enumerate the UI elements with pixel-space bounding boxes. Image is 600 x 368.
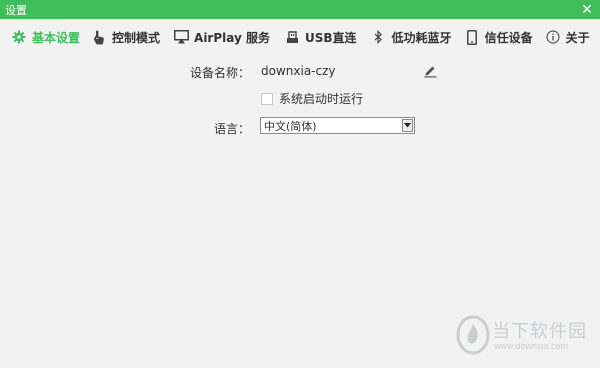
tab-label: 低功耗蓝牙 <box>391 30 452 45</box>
autostart-label: 系统启动时运行 <box>279 92 364 106</box>
tab-bar: 基本设置 控制模式 AirPlay 服务 USB直连 低功耗蓝牙 信任设备 关于 <box>0 19 600 55</box>
close-button[interactable]: ✕ <box>579 0 595 19</box>
chevron-down-icon[interactable] <box>402 119 413 132</box>
tab-about[interactable]: 关于 <box>545 19 590 55</box>
phone-icon <box>464 29 480 45</box>
autostart-checkbox[interactable] <box>261 92 273 105</box>
watermark-url: www.downxia.com <box>494 341 569 351</box>
title-bar: 设置 ✕ <box>0 0 600 19</box>
tab-basic-settings[interactable]: 基本设置 <box>11 19 80 55</box>
tab-control-mode[interactable]: 控制模式 <box>91 19 160 55</box>
tab-airplay-service[interactable]: AirPlay 服务 <box>173 19 270 55</box>
hand-pointer-icon <box>91 29 107 45</box>
watermark: 当下软件园 www.downxia.com <box>456 315 596 355</box>
watermark-logo-icon <box>456 315 490 355</box>
edit-pencil-icon[interactable] <box>423 63 438 78</box>
tab-label: AirPlay 服务 <box>194 30 270 45</box>
tab-label: 基本设置 <box>32 30 81 45</box>
gear-icon <box>11 29 27 45</box>
language-label: 语言： <box>213 122 250 136</box>
language-selected-value: 中文(简体) <box>264 119 317 133</box>
device-name-value: downxia-czy <box>261 64 336 78</box>
language-select[interactable]: 中文(简体) <box>260 117 415 134</box>
tab-trusted-devices[interactable]: 信任设备 <box>464 19 533 55</box>
device-name-label: 设备名称： <box>189 66 250 80</box>
tab-label: 信任设备 <box>484 30 533 45</box>
watermark-name: 当下软件园 <box>492 321 587 342</box>
tab-label: 关于 <box>565 30 590 45</box>
autostart-option[interactable]: 系统启动时运行 <box>261 90 363 107</box>
tab-usb-direct[interactable]: USB直连 <box>284 19 357 55</box>
window-title: 设置 <box>5 3 27 17</box>
tab-ble[interactable]: 低功耗蓝牙 <box>371 19 452 55</box>
info-icon <box>545 29 561 45</box>
bluetooth-icon <box>371 29 387 45</box>
usb-icon <box>284 29 300 45</box>
airplay-icon <box>173 29 189 45</box>
tab-label: 控制模式 <box>112 30 161 45</box>
tab-label: USB直连 <box>305 30 357 45</box>
